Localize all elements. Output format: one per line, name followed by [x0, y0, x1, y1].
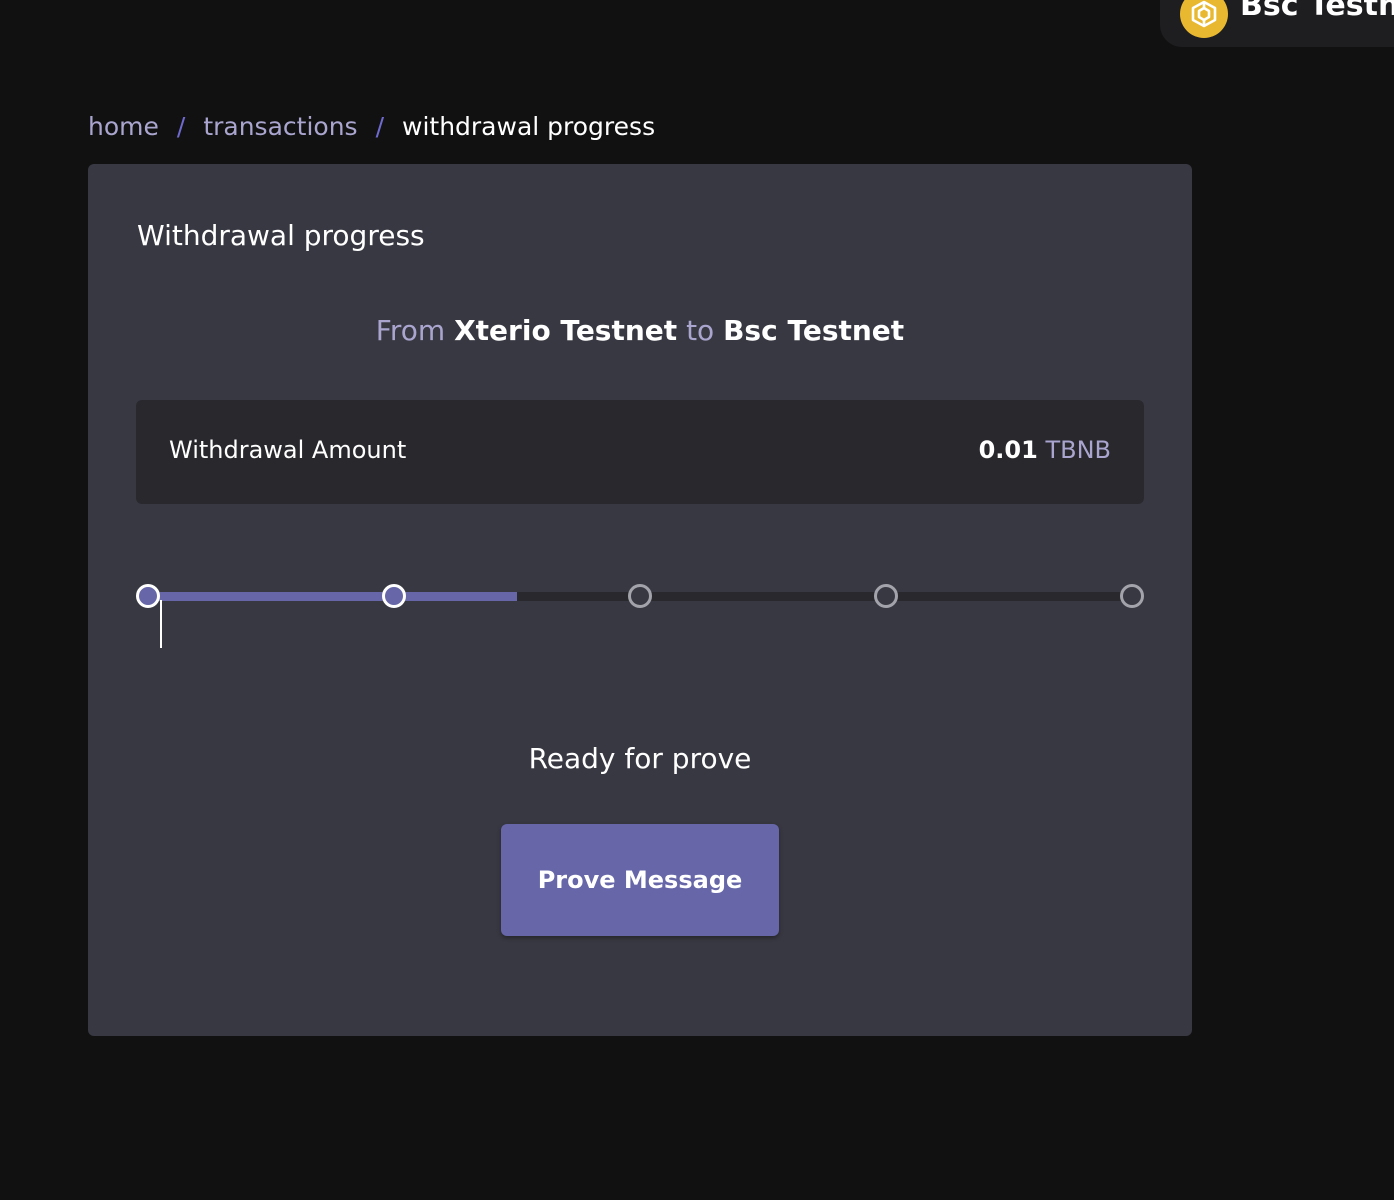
- network-name: Bsc Testnet: [1240, 0, 1394, 23]
- amount-value: 0.01 TBNB: [979, 436, 1111, 464]
- amount-number: 0.01: [978, 436, 1038, 464]
- route-to-chain: Bsc Testnet: [723, 314, 905, 347]
- network-selector[interactable]: Bsc Testnet: [1160, 0, 1394, 47]
- breadcrumb: home / transactions / withdrawal progres…: [88, 112, 655, 141]
- progress-step-1: [136, 584, 160, 608]
- status-text: Ready for prove: [528, 742, 752, 775]
- progress-fill: [148, 592, 517, 601]
- breadcrumb-home-link[interactable]: home: [88, 112, 159, 141]
- progress-step-5: [1120, 584, 1144, 608]
- breadcrumb-current: withdrawal progress: [402, 112, 656, 141]
- progress-step-2: [382, 584, 406, 608]
- amount-label: Withdrawal Amount: [169, 436, 407, 464]
- progress-step-3: [628, 584, 652, 608]
- prove-message-button[interactable]: Prove Message: [501, 824, 779, 936]
- breadcrumb-transactions-link[interactable]: transactions: [203, 112, 357, 141]
- route-summary: From Xterio Testnet to Bsc Testnet: [88, 314, 1192, 347]
- route-to-word: to: [686, 314, 715, 347]
- breadcrumb-separator: /: [176, 112, 186, 141]
- withdrawal-amount-panel: Withdrawal Amount 0.01 TBNB: [136, 400, 1144, 504]
- breadcrumb-separator: /: [375, 112, 384, 141]
- card-title: Withdrawal progress: [137, 219, 425, 252]
- text-cursor: [160, 600, 162, 648]
- route-from-chain: Xterio Testnet: [454, 314, 678, 347]
- bnb-logo-icon: [1180, 0, 1228, 38]
- progress-step-4: [874, 584, 898, 608]
- withdrawal-progress-card: Withdrawal progress From Xterio Testnet …: [88, 164, 1192, 1036]
- amount-unit: TBNB: [1045, 436, 1111, 464]
- route-from-prefix: From: [375, 314, 446, 347]
